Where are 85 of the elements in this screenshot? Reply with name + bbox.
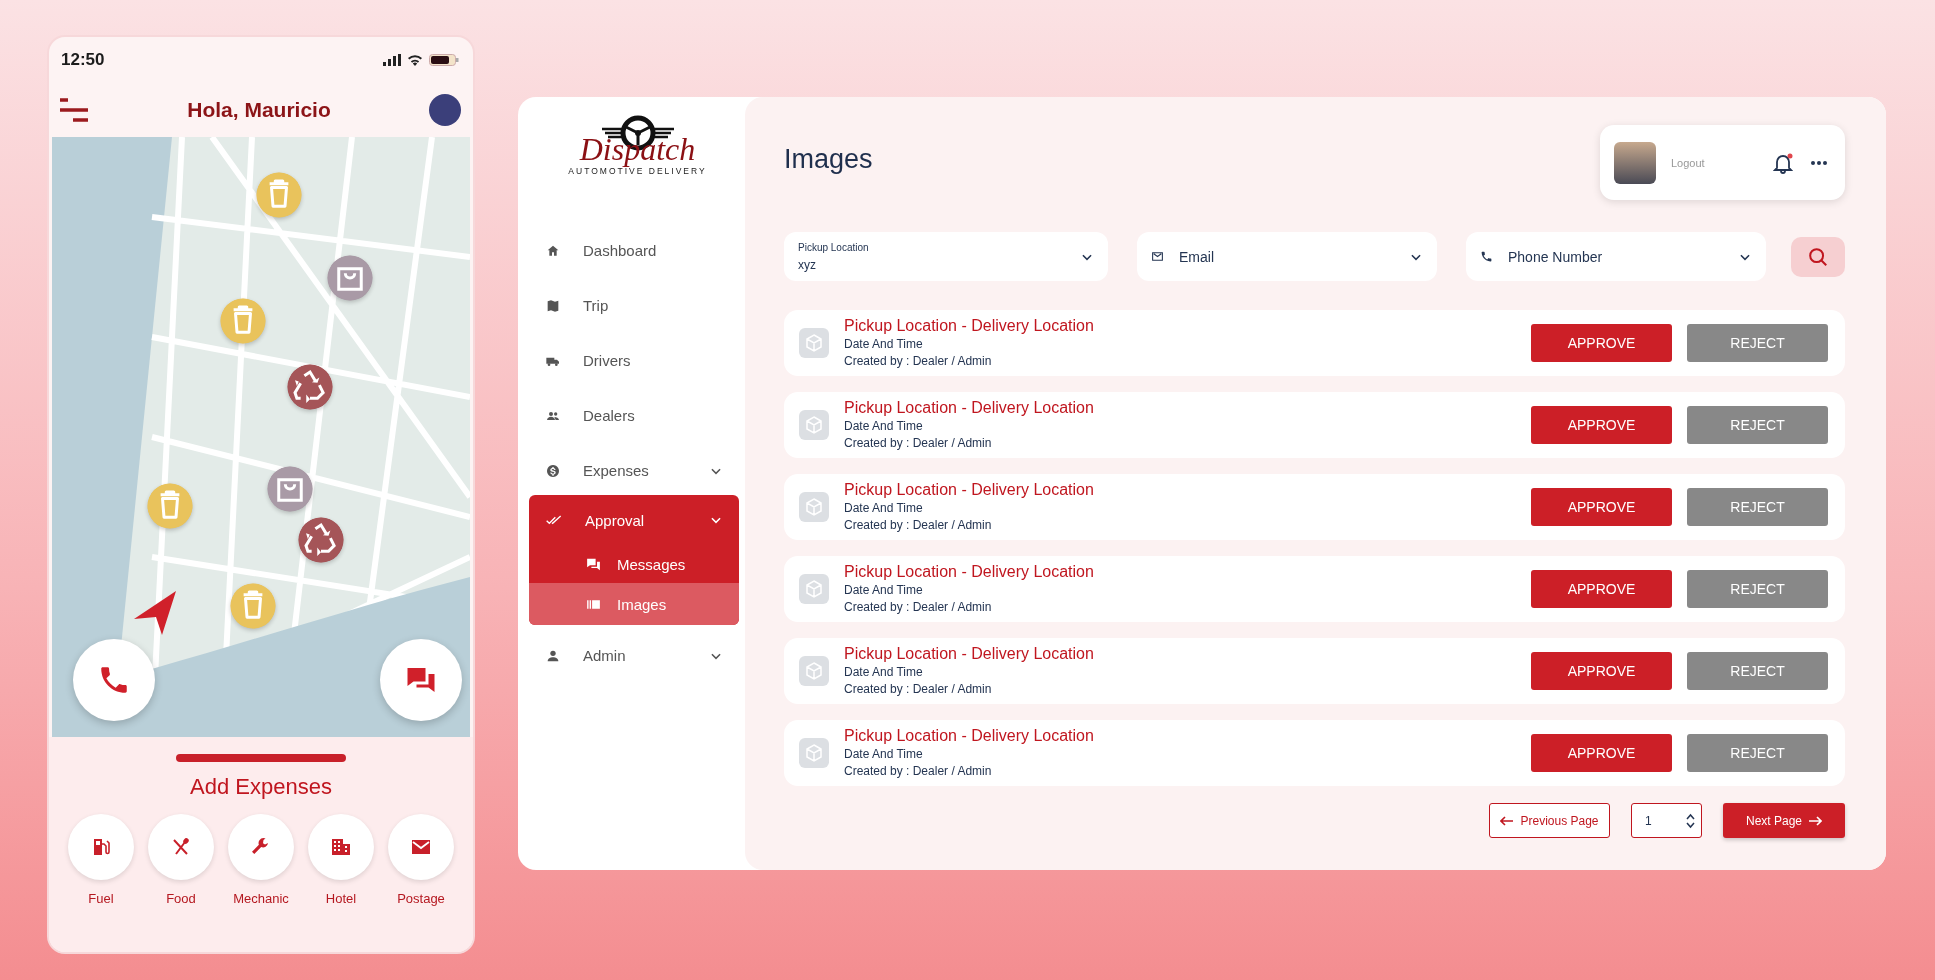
expense-category-button[interactable] (308, 814, 374, 880)
logo-tagline: AUTOMOTIVE DELIVERY (568, 166, 707, 176)
email-select[interactable]: Email (1137, 232, 1437, 281)
nav-subitem[interactable]: Images (529, 583, 739, 625)
row-title[interactable]: Pickup Location - Delivery Location (844, 644, 1531, 664)
reject-button[interactable]: REJECT (1687, 652, 1828, 690)
row-creator: Created by : Dealer / Admin (844, 599, 993, 616)
row-creator: Created by : Dealer / Admin (844, 517, 993, 534)
approve-button[interactable]: APPROVE (1531, 652, 1672, 690)
signal-icon (383, 53, 401, 66)
search-button[interactable] (1791, 236, 1845, 277)
row-date: Date And Time (844, 746, 924, 763)
row-date: Date And Time (844, 582, 924, 599)
wifi-icon (407, 53, 423, 66)
mail-icon (1151, 250, 1164, 263)
approve-button[interactable]: APPROVE (1531, 324, 1672, 362)
category-label: Hotel (325, 891, 357, 906)
map-drawing[interactable] (52, 137, 470, 737)
search-icon (1807, 245, 1829, 268)
category-label: Fuel (88, 891, 114, 906)
approve-button[interactable]: APPROVE (1531, 406, 1672, 444)
page-number-field[interactable]: 1 (1631, 803, 1702, 838)
phone-select[interactable]: Phone Number (1466, 232, 1766, 281)
expense-category-button[interactable] (388, 814, 454, 880)
bell-icon[interactable] (1773, 151, 1793, 174)
approve-button[interactable]: APPROVE (1531, 734, 1672, 772)
row-creator: Created by : Dealer / Admin (844, 763, 993, 780)
cube-icon (799, 328, 829, 358)
avatar[interactable] (429, 93, 461, 126)
menu-icon[interactable] (59, 96, 89, 123)
row-title[interactable]: Pickup Location - Delivery Location (844, 480, 1531, 500)
stepper-icon[interactable] (1686, 812, 1695, 829)
nav-item[interactable]: Admin (529, 628, 739, 683)
arrow-left-icon (1500, 815, 1514, 826)
map-icon (545, 297, 561, 314)
row-date: Date And Time (844, 500, 924, 517)
cube-icon (799, 410, 829, 440)
photo-placeholder (1614, 141, 1656, 184)
dollar-icon (545, 462, 561, 479)
greeting-title: Hola, Mauricio (187, 97, 331, 122)
reject-button[interactable]: REJECT (1687, 488, 1828, 526)
sheet-title: Add Expenses (190, 774, 332, 800)
row-creator: Created by : Dealer / Admin (844, 435, 993, 452)
nav-item[interactable]: Trip (529, 278, 739, 333)
cube-icon (799, 574, 829, 604)
more-icon[interactable] (1811, 160, 1827, 165)
reject-button[interactable]: REJECT (1687, 406, 1828, 444)
navigation-arrow-icon (132, 589, 178, 637)
pickup-location-select[interactable]: Pickup Location xyz (784, 232, 1108, 281)
row-title[interactable]: Pickup Location - Delivery Location (844, 562, 1531, 582)
nav-item[interactable]: Drivers (529, 333, 739, 388)
reject-button[interactable]: REJECT (1687, 324, 1828, 362)
reject-button[interactable]: REJECT (1687, 570, 1828, 608)
cube-icon (799, 738, 829, 768)
battery-icon (429, 53, 459, 66)
approve-button[interactable]: APPROVE (1531, 570, 1672, 608)
status-time: 12:50 (61, 49, 105, 70)
row-title[interactable]: Pickup Location - Delivery Location (844, 398, 1531, 418)
page-title: Images (784, 144, 873, 175)
category-label: Food (166, 891, 196, 906)
nav-item[interactable]: Dashboard (529, 223, 739, 278)
logo-wordmark: Dispatch (579, 133, 696, 165)
nav-item[interactable]: Dealers (529, 388, 739, 443)
row-title[interactable]: Pickup Location - Delivery Location (844, 726, 1531, 746)
category-label: Postage (397, 891, 445, 906)
row-creator: Created by : Dealer / Admin (844, 681, 993, 698)
category-label: Mechanic (233, 891, 289, 906)
sheet-handle[interactable] (176, 754, 346, 762)
row-date: Date And Time (844, 418, 924, 435)
cube-icon (799, 492, 829, 522)
row-date: Date And Time (844, 336, 924, 353)
approve-button[interactable]: APPROVE (1531, 488, 1672, 526)
reject-button[interactable]: REJECT (1687, 734, 1828, 772)
previous-page-button[interactable]: Previous Page (1489, 803, 1610, 838)
row-creator: Created by : Dealer / Admin (844, 353, 993, 370)
phone-icon (1480, 250, 1493, 263)
nav-item[interactable]: Expenses (529, 443, 739, 498)
arrow-right-icon (1809, 815, 1822, 826)
cube-icon (799, 656, 829, 686)
nav-subitem[interactable]: Messages (529, 545, 739, 583)
next-page-button[interactable]: Next Page (1723, 803, 1845, 838)
nav-item[interactable]: Approval (529, 495, 739, 545)
row-date: Date And Time (844, 664, 924, 681)
row-title[interactable]: Pickup Location - Delivery Location (844, 316, 1531, 336)
expense-category-button[interactable] (68, 814, 134, 880)
